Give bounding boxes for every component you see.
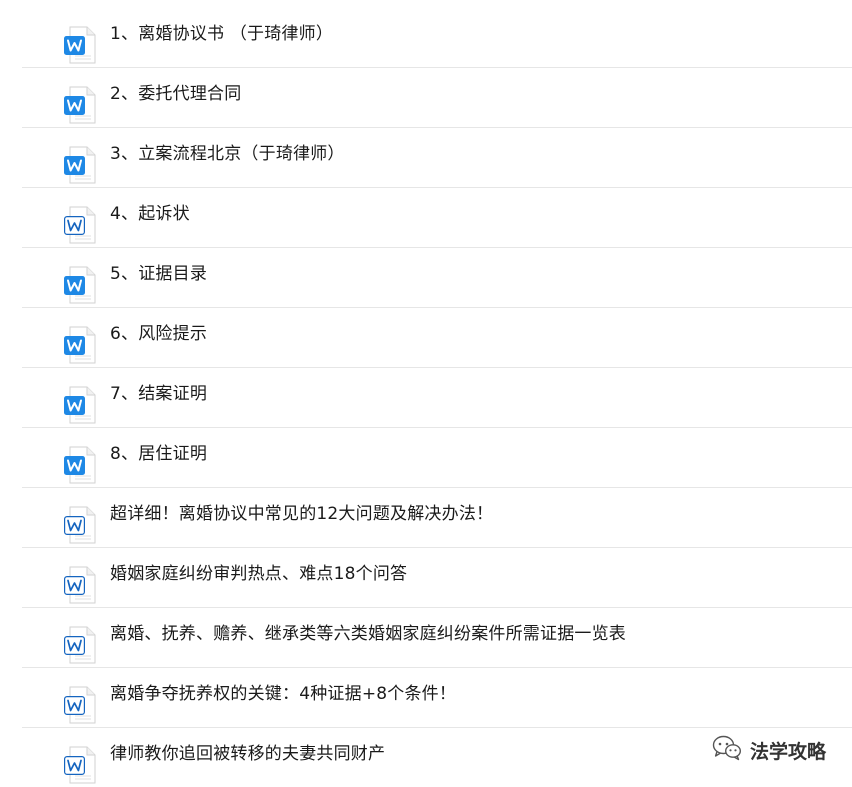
file-name: 6、风险提示 — [110, 324, 208, 344]
watermark-text: 法学攻略 — [749, 740, 826, 763]
word-doc-icon — [62, 145, 98, 185]
file-row[interactable]: 8、居住证明 — [22, 428, 852, 488]
file-name: 1、离婚协议书 （于琦律师） — [110, 24, 334, 44]
watermark: 法学攻略 — [712, 735, 826, 765]
file-name: 律师教你追回被转移的夫妻共同财产 — [110, 744, 386, 764]
file-name: 7、结案证明 — [110, 384, 208, 404]
file-name: 3、立案流程北京（于琦律师） — [110, 144, 345, 164]
file-name: 4、起诉状 — [110, 204, 190, 224]
file-name: 2、委托代理合同 — [110, 84, 242, 104]
word-doc-icon — [62, 745, 98, 785]
file-name: 超详细！离婚协议中常见的12大问题及解决办法！ — [110, 504, 494, 524]
word-doc-icon — [62, 325, 98, 365]
file-row[interactable]: 婚姻家庭纠纷审判热点、难点18个问答 — [22, 548, 852, 608]
word-doc-icon — [62, 445, 98, 485]
file-name: 婚姻家庭纠纷审判热点、难点18个问答 — [110, 564, 408, 584]
word-doc-icon — [62, 385, 98, 425]
wechat-icon — [712, 735, 742, 765]
word-doc-icon — [62, 625, 98, 665]
file-row[interactable]: 6、风险提示 — [22, 308, 852, 368]
word-doc-icon — [62, 505, 98, 545]
word-doc-icon — [62, 25, 98, 65]
file-row[interactable]: 4、起诉状 — [22, 188, 852, 248]
file-name: 5、证据目录 — [110, 264, 208, 284]
file-row[interactable]: 2、委托代理合同 — [22, 68, 852, 128]
word-doc-icon — [62, 205, 98, 245]
word-doc-icon — [62, 565, 98, 605]
word-doc-icon — [62, 85, 98, 125]
file-row[interactable]: 超详细！离婚协议中常见的12大问题及解决办法！ — [22, 488, 852, 548]
file-name: 离婚、抚养、赡养、继承类等六类婚姻家庭纠纷案件所需证据一览表 — [110, 624, 626, 644]
file-row[interactable]: 离婚、抚养、赡养、继承类等六类婚姻家庭纠纷案件所需证据一览表 — [22, 608, 852, 668]
file-row[interactable]: 5、证据目录 — [22, 248, 852, 308]
file-name: 8、居住证明 — [110, 444, 208, 464]
file-row[interactable]: 离婚争夺抚养权的关键：4种证据+8个条件！ — [22, 668, 852, 728]
file-row[interactable]: 3、立案流程北京（于琦律师） — [22, 128, 852, 188]
word-doc-icon — [62, 685, 98, 725]
file-row[interactable]: 1、离婚协议书 （于琦律师） — [22, 8, 852, 68]
file-list: 1、离婚协议书 （于琦律师） 2、委托代理合同 3、立案流程北京（于琦律师） 4、起诉… — [0, 0, 852, 787]
file-row[interactable]: 7、结案证明 — [22, 368, 852, 428]
word-doc-icon — [62, 265, 98, 305]
file-name: 离婚争夺抚养权的关键：4种证据+8个条件！ — [110, 684, 457, 704]
